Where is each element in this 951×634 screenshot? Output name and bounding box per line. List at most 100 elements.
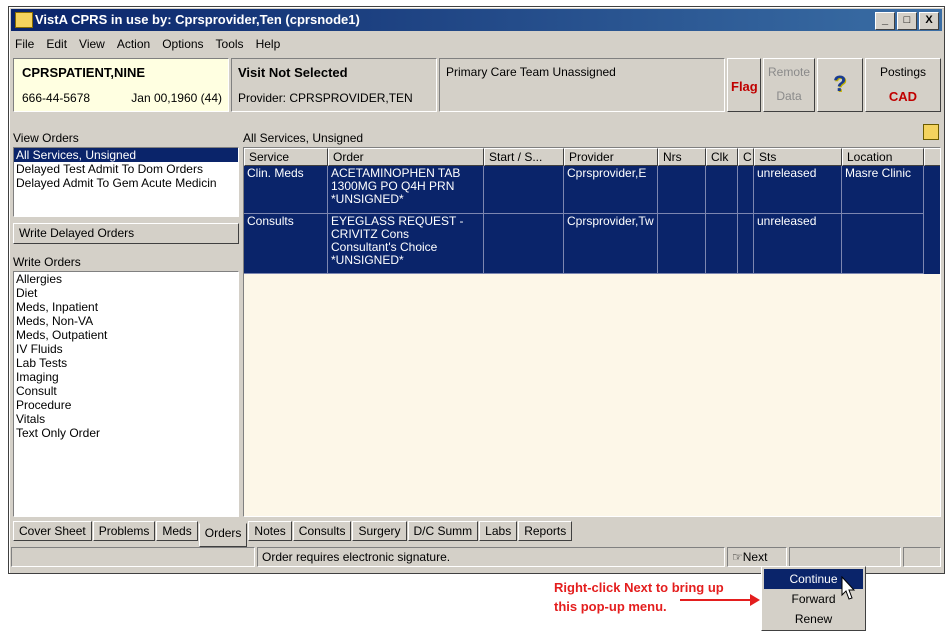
cell-nrs [658,214,706,274]
column-header-order[interactable]: Order [328,148,484,166]
order-line: *UNSIGNED* [331,253,404,267]
patient-ssn: 666-44-5678 [22,91,91,105]
visit-title: Visit Not Selected [238,65,348,80]
menu-tools[interactable]: Tools [216,34,244,54]
patient-name: CPRSPATIENT,NINE [22,65,146,80]
minimize-button[interactable]: _ [875,12,895,30]
cprs-window: VistA CPRS in use by: Cprsprovider,Ten (… [8,6,945,574]
view-orders-item[interactable]: All Services, Unsigned [14,148,238,162]
maximize-button[interactable]: □ [897,12,917,30]
status-pane-blank [903,547,941,567]
tab-problems[interactable]: Problems [92,521,156,541]
write-orders-item[interactable]: Procedure [14,398,238,412]
column-header-location[interactable]: Location [842,148,924,166]
cell-c [738,214,754,274]
column-header-start[interactable]: Start / S... [484,148,564,166]
menu-item-renew[interactable]: Renew [764,609,863,629]
write-orders-item[interactable]: Allergies [14,272,238,286]
primary-care-team: Primary Care Team Unassigned [446,65,616,79]
visit-box[interactable]: Visit Not Selected Provider: CPRSPROVIDE… [231,58,437,112]
postings-button[interactable]: Postings CAD [865,58,941,112]
cell-c [738,166,754,214]
write-orders-item[interactable]: Meds, Non-VA [14,314,238,328]
notepad-icon[interactable] [923,124,939,140]
next-label: Next [742,550,768,564]
orders-grid[interactable]: Service Order Start / S... Provider Nrs … [243,147,941,517]
window-title: VistA CPRS in use by: Cprsprovider,Ten (… [35,12,360,27]
close-button[interactable]: X [919,12,939,30]
write-orders-item[interactable]: Consult [14,384,238,398]
menu-view[interactable]: View [79,34,105,54]
write-orders-list[interactable]: Allergies Diet Meds, Inpatient Meds, Non… [13,271,239,517]
title-bar[interactable]: VistA CPRS in use by: Cprsprovider,Ten (… [11,9,942,31]
help-button[interactable]: ? [817,58,863,112]
chart-tabs: Cover Sheet Problems Meds Orders Notes C… [13,521,573,547]
cell-provider: Cprsprovider,Tw [564,214,658,274]
hand-pointer-icon: ☞ [732,550,743,564]
cell-sts: unreleased [754,166,842,214]
primary-care-team-box[interactable]: Primary Care Team Unassigned [439,58,725,112]
cell-clk [706,214,738,274]
write-orders-item[interactable]: Lab Tests [14,356,238,370]
next-status-button[interactable]: ☞Next [727,547,787,567]
help-icon: ? [833,71,847,96]
menu-action[interactable]: Action [117,34,150,54]
status-pane-blank [11,547,255,567]
cell-service: Consults [244,214,328,274]
write-orders-label: Write Orders [13,255,81,269]
column-header-clk[interactable]: Clk [706,148,738,166]
mouse-cursor-icon [841,576,856,600]
tab-dc-summ[interactable]: D/C Summ [407,521,479,541]
annotation-arrow-icon [680,594,760,606]
status-pane-blank [789,547,901,567]
tab-consults[interactable]: Consults [292,521,352,541]
tab-surgery[interactable]: Surgery [352,521,407,541]
menu-edit[interactable]: Edit [46,34,67,54]
cell-provider: Cprsprovider,E [564,166,658,214]
write-orders-item[interactable]: Imaging [14,370,238,384]
column-header-nrs[interactable]: Nrs [658,148,706,166]
tab-orders[interactable]: Orders [198,523,248,547]
menu-help[interactable]: Help [256,34,281,54]
write-orders-item[interactable]: Diet [14,286,238,300]
menu-bar: File Edit View Action Options Tools Help [11,34,942,54]
view-orders-item[interactable]: Delayed Admit To Gem Acute Medicin [14,176,238,190]
column-header-service[interactable]: Service [244,148,328,166]
tab-cover-sheet[interactable]: Cover Sheet [13,521,92,541]
flag-button[interactable]: Flag [727,58,761,112]
cell-start [484,166,564,214]
write-orders-item[interactable]: Vitals [14,412,238,426]
view-orders-list[interactable]: All Services, Unsigned Delayed Test Admi… [13,147,239,217]
column-header-spacer [924,148,940,166]
write-delayed-orders-button[interactable]: Write Delayed Orders [13,223,239,244]
write-orders-item[interactable]: Meds, Inpatient [14,300,238,314]
patient-selection-box[interactable]: CPRSPATIENT,NINE 666-44-5678 Jan 00,1960… [13,58,229,112]
column-header-provider[interactable]: Provider [564,148,658,166]
write-orders-item[interactable]: Text Only Order [14,426,238,440]
tab-notes[interactable]: Notes [248,521,292,541]
remote-data-label-1: Remote [767,65,811,79]
postings-cad: CAD [888,89,918,104]
table-row[interactable]: Clin. Meds ACETAMINOPHEN TAB 1300MG PO Q… [244,166,940,214]
visit-provider: Provider: CPRSPROVIDER,TEN [238,91,413,105]
write-orders-item[interactable]: IV Fluids [14,342,238,356]
tab-labs[interactable]: Labs [479,521,518,541]
view-orders-item[interactable]: Delayed Test Admit To Dom Orders [14,162,238,176]
cell-location [842,214,924,274]
cell-order: ACETAMINOPHEN TAB 1300MG PO Q4H PRN *UNS… [328,166,484,214]
cell-clk [706,166,738,214]
cell-location: Masre Clinic [842,166,924,214]
write-orders-item[interactable]: Meds, Outpatient [14,328,238,342]
column-header-sts[interactable]: Sts [754,148,842,166]
cell-start [484,214,564,274]
column-header-c[interactable]: C [738,148,754,166]
menu-options[interactable]: Options [162,34,203,54]
cell-order: EYEGLASS REQUEST - CRIVITZ Cons Consulta… [328,214,484,274]
tab-reports[interactable]: Reports [518,521,573,541]
menu-file[interactable]: File [15,34,34,54]
orders-grid-caption: All Services, Unsigned [243,131,364,145]
remote-data-button[interactable]: Remote Data [763,58,815,112]
tab-meds[interactable]: Meds [156,521,198,541]
flag-label: Flag [731,79,758,94]
table-row[interactable]: Consults EYEGLASS REQUEST - CRIVITZ Cons… [244,214,940,274]
